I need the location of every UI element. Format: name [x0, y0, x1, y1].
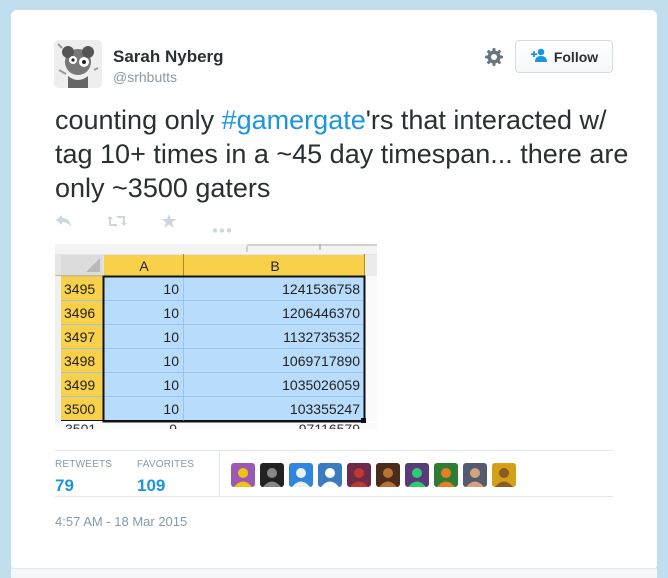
retweet-icon[interactable]	[106, 213, 128, 234]
row-header: 3497	[64, 329, 95, 345]
follow-user-icon	[530, 48, 548, 65]
follow-button-label: Follow	[553, 48, 599, 65]
cell-a: 10	[163, 401, 179, 417]
cell-b: 1241536758	[282, 281, 360, 297]
favoriter-avatar[interactable]	[376, 463, 400, 487]
cell-b: 1132735352	[283, 329, 360, 345]
col-header-b: B	[270, 258, 279, 274]
favorite-star-icon[interactable]	[161, 213, 177, 234]
row-header: 3495	[64, 281, 95, 297]
cell-a: 10	[163, 305, 179, 321]
row-header: 3499	[64, 377, 95, 393]
cell-a: 10	[163, 377, 179, 393]
row-header: 3498	[64, 353, 95, 369]
avatar-image	[54, 40, 102, 88]
tweet-media-image[interactable]: A B 3495 10 1241536758 3496 10 1206446370 3497…	[55, 244, 377, 429]
stats-top-divider	[55, 450, 613, 451]
svg-text:3501: 3501	[65, 421, 96, 429]
reply-icon[interactable]	[55, 213, 73, 234]
svg-text:97116579: 97116579	[299, 421, 360, 429]
favoriter-avatars	[231, 463, 516, 487]
svg-text:9: 9	[169, 421, 177, 429]
favorites-stat[interactable]: FAVORITES 109	[137, 459, 194, 496]
favoriter-avatar[interactable]	[318, 463, 342, 487]
favoriter-avatar[interactable]	[463, 463, 487, 487]
row-header: 3496	[64, 305, 95, 321]
favoriter-avatar[interactable]	[347, 463, 371, 487]
favorites-label: FAVORITES	[137, 459, 195, 470]
stats-separator	[219, 451, 220, 496]
col-header-a: A	[139, 258, 149, 274]
favoriter-avatar[interactable]	[231, 463, 255, 487]
cell-a: 10	[163, 281, 179, 297]
cell-b: 1035026059	[282, 377, 360, 393]
user-handle[interactable]: @srhbutts	[113, 69, 177, 85]
favorites-count[interactable]: 109	[137, 476, 194, 496]
cell-b: 1206446370	[282, 305, 360, 321]
favoriter-avatar[interactable]	[492, 463, 516, 487]
retweets-label: RETWEETS	[55, 459, 113, 470]
retweets-stat[interactable]: RETWEETS 79	[55, 459, 112, 496]
stats-bottom-divider	[55, 496, 613, 497]
tweet-text-start: counting only	[55, 105, 222, 135]
row-header: 3500	[64, 401, 95, 417]
follow-button[interactable]: Follow	[515, 40, 613, 73]
tweet-text: counting only #gamergate'rs that interac…	[55, 103, 635, 205]
gear-icon[interactable]	[484, 47, 504, 67]
hashtag-link[interactable]: #gamergate	[222, 105, 366, 135]
more-options-icon[interactable]	[212, 220, 232, 238]
favoriter-avatar[interactable]	[405, 463, 429, 487]
cell-a: 10	[163, 329, 179, 345]
cell-b: 103355247	[290, 401, 360, 417]
user-name[interactable]: Sarah Nyberg	[113, 47, 224, 67]
avatar[interactable]	[54, 40, 102, 88]
favoriter-avatar[interactable]	[260, 463, 284, 487]
cell-b: 1069717890	[282, 353, 360, 369]
cell-a: 10	[163, 353, 179, 369]
favoriter-avatar[interactable]	[434, 463, 458, 487]
favoriter-avatar[interactable]	[289, 463, 313, 487]
tweet-timestamp[interactable]: 4:57 AM - 18 Mar 2015	[55, 514, 187, 529]
retweets-count[interactable]: 79	[55, 476, 112, 496]
